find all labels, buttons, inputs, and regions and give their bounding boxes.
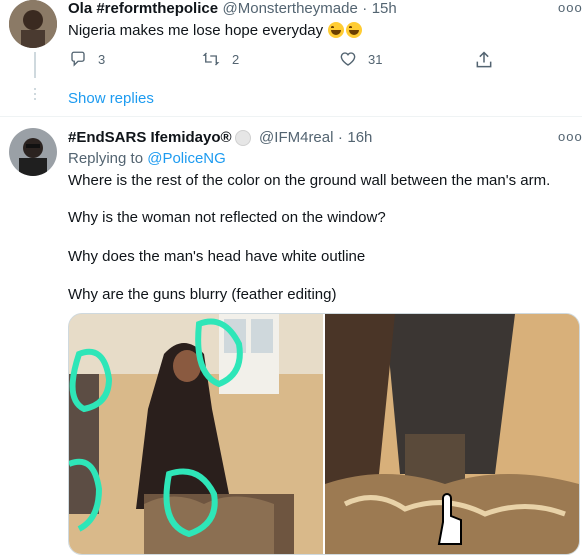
tweet-header: Ola #reformthepolice @Monstertheymade · … [68, 0, 397, 18]
media-image-left[interactable] [69, 314, 323, 554]
retweet-button[interactable]: 2 [200, 50, 239, 68]
replying-to: Replying to @PoliceNG [68, 150, 226, 167]
share-button[interactable] [474, 50, 494, 70]
tweet-line-1: Where is the rest of the color on the gr… [68, 172, 551, 189]
reply-icon [71, 51, 85, 67]
share-icon [476, 51, 492, 68]
display-name[interactable]: Ola #reformthepolice [68, 0, 218, 17]
more-icon[interactable]: ooo [558, 129, 582, 144]
thread-dots [33, 88, 37, 100]
reply-count: 3 [98, 51, 106, 67]
handle[interactable]: @IFM4real [259, 129, 333, 146]
profile-badge-icon [234, 129, 251, 146]
like-icon [340, 52, 356, 66]
avatar[interactable] [9, 128, 57, 176]
retweet-icon [202, 52, 220, 66]
tweet-header: #EndSARS Ifemidayo® @IFM4real · 16h [68, 129, 372, 147]
mention-link[interactable]: @PoliceNG [147, 150, 226, 167]
tweet-line-3: Why does the man's head have white outli… [68, 248, 366, 265]
display-name[interactable]: #EndSARS Ifemidayo® [68, 129, 232, 146]
show-replies-link[interactable]: Show replies [68, 90, 154, 107]
tweet-text-content: Nigeria makes me lose hope everyday [68, 22, 324, 39]
media-image-right[interactable] [325, 314, 579, 554]
replying-label: Replying to [68, 150, 144, 167]
tweet-text: Nigeria makes me lose hope everyday [68, 22, 363, 39]
divider [0, 116, 582, 117]
tweet-line-2: Why is the woman not reflected on the wi… [68, 209, 386, 226]
more-icon[interactable]: ooo [558, 0, 582, 15]
thread-line [34, 52, 36, 78]
media-grid [68, 313, 580, 555]
like-count: 31 [368, 51, 383, 67]
timestamp[interactable]: 16h [347, 129, 372, 146]
separator: · [362, 0, 368, 17]
retweet-count: 2 [232, 51, 240, 67]
like-button[interactable]: 31 [338, 50, 382, 68]
avatar[interactable] [9, 0, 57, 48]
emoji-laughing-icon [326, 22, 363, 39]
timestamp[interactable]: 15h [372, 0, 397, 17]
handle[interactable]: @Monstertheymade [223, 0, 358, 17]
tweet-line-4: Why are the guns blurry (feather editing… [68, 286, 337, 303]
reply-button[interactable]: 3 [68, 50, 105, 68]
separator: · [337, 129, 343, 146]
